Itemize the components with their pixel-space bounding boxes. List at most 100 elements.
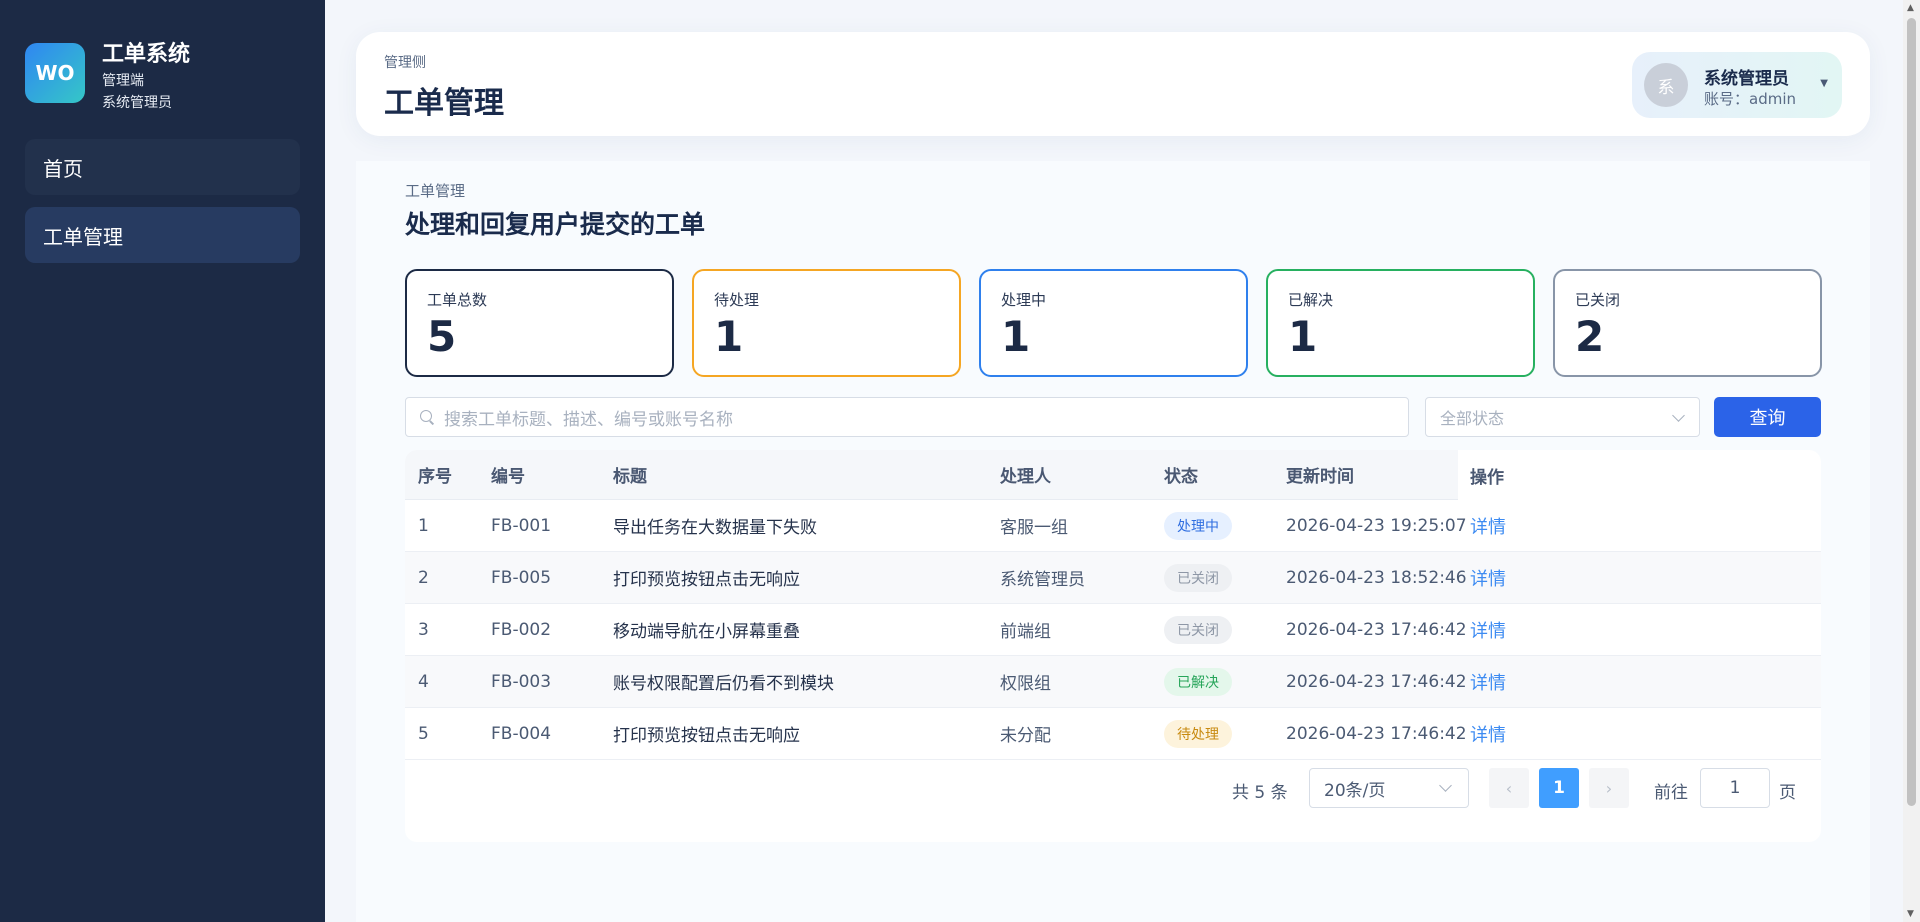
cell-code: FB-005 [491, 567, 552, 588]
status-select[interactable]: 全部状态 [1425, 397, 1700, 437]
status-badge: 已解决 [1164, 667, 1232, 696]
brand-role: 系统管理员 [102, 95, 172, 111]
caret-down-icon: ▼ [1820, 78, 1828, 89]
pagination: 共 5 条 20条/页 ‹ 1 › 前往 1 页 [405, 768, 1821, 810]
user-menu[interactable]: 系 系统管理员 账号：admin ▼ [1632, 52, 1842, 118]
detail-link[interactable]: 详情 [1470, 669, 1506, 695]
table-row: 3 FB-002 移动端导航在小屏幕重叠 前端组 已关闭 2026-04-23 … [405, 604, 1821, 656]
column-header-action: 操作 [1458, 450, 1821, 500]
header: 管理侧 工单管理 系 系统管理员 账号：admin ▼ [356, 32, 1870, 136]
cell-updated: 2026-04-23 19:25:07 [1286, 515, 1467, 536]
cell-code: FB-002 [491, 619, 552, 640]
sidebar-nav: 首页 工单管理 [25, 139, 300, 263]
stat-label: 待处理 [714, 291, 760, 309]
detail-link[interactable]: 详情 [1470, 721, 1506, 747]
cell-index: 3 [418, 619, 429, 640]
sidebar-item-tickets[interactable]: 工单管理 [25, 207, 300, 263]
page-suffix: 页 [1779, 783, 1796, 803]
cell-updated: 2026-04-23 18:52:46 [1286, 567, 1467, 588]
brand-title: 工单系统 [102, 42, 191, 67]
table-row: 5 FB-004 打印预览按钮点击无响应 未分配 待处理 2026-04-23 … [405, 708, 1821, 760]
section-subtitle: 工单管理 [405, 182, 466, 200]
table-row: 4 FB-003 账号权限配置后仍看不到模块 权限组 已解决 2026-04-2… [405, 656, 1821, 708]
scroll-up-icon[interactable]: ▲ [1907, 3, 1914, 13]
stat-label: 已解决 [1288, 291, 1334, 309]
user-account: 账号：admin [1704, 90, 1796, 108]
table-header: 序号 编号 标题 处理人 状态 更新时间 操作 [405, 450, 1821, 500]
detail-link[interactable]: 详情 [1470, 617, 1506, 643]
page-size-value: 20条/页 [1324, 780, 1386, 801]
cell-assignee: 权限组 [1000, 674, 1051, 694]
goto-label: 前往 [1654, 783, 1688, 803]
section-title: 处理和回复用户提交的工单 [405, 210, 706, 239]
column-header-index: 序号 [418, 467, 452, 487]
status-badge: 处理中 [1164, 511, 1232, 540]
cell-updated: 2026-04-23 17:46:42 [1286, 619, 1467, 640]
cell-updated: 2026-04-23 17:46:42 [1286, 671, 1467, 692]
status-badge: 已关闭 [1164, 615, 1232, 644]
chevron-down-icon [1439, 779, 1452, 792]
cell-assignee: 客服一组 [1000, 518, 1068, 538]
avatar: 系 [1644, 63, 1688, 107]
prev-page-button[interactable]: ‹ [1489, 768, 1529, 808]
column-header-code: 编号 [491, 467, 525, 487]
cell-assignee: 系统管理员 [1000, 570, 1085, 590]
scroll-down-icon[interactable]: ▼ [1907, 909, 1914, 919]
cell-title: 打印预览按钮点击无响应 [613, 570, 800, 590]
sidebar-item-home[interactable]: 首页 [25, 139, 300, 195]
stat-label: 已关闭 [1575, 291, 1621, 309]
cell-title: 移动端导航在小屏幕重叠 [613, 622, 800, 642]
cell-index: 2 [418, 567, 429, 588]
stat-card-processing: 处理中 1 [979, 269, 1248, 377]
pagination-total: 共 5 条 [1232, 783, 1288, 803]
cell-code: FB-004 [491, 723, 552, 744]
brand-logo: WO [25, 43, 85, 103]
stats-row: 工单总数 5 待处理 1 处理中 1 已解决 1 已关闭 2 [405, 269, 1822, 377]
column-header-updated: 更新时间 [1286, 467, 1354, 487]
cell-index: 5 [418, 723, 429, 744]
brand: WO 工单系统 管理端 系统管理员 [25, 42, 300, 114]
column-header-title: 标题 [613, 467, 647, 487]
table-row: 1 FB-001 导出任务在大数据量下失败 客服一组 处理中 2026-04-2… [405, 500, 1821, 552]
cell-index: 1 [418, 515, 429, 536]
scroll-thumb[interactable] [1907, 18, 1916, 806]
stat-value: 5 [427, 312, 457, 361]
table-row: 2 FB-005 打印预览按钮点击无响应 系统管理员 已关闭 2026-04-2… [405, 552, 1821, 604]
chevron-down-icon [1672, 409, 1685, 422]
page-size-select[interactable]: 20条/页 [1309, 768, 1469, 808]
cell-updated: 2026-04-23 17:46:42 [1286, 723, 1467, 744]
goto-page-input[interactable]: 1 [1700, 768, 1770, 808]
column-header-assignee: 处理人 [1000, 467, 1051, 487]
cell-code: FB-003 [491, 671, 552, 692]
cell-title: 导出任务在大数据量下失败 [613, 518, 817, 538]
cell-index: 4 [418, 671, 429, 692]
vertical-scrollbar[interactable]: ▲ ▼ [1903, 0, 1920, 922]
stat-label: 工单总数 [427, 291, 488, 309]
stat-card-resolved: 已解决 1 [1266, 269, 1535, 377]
status-select-placeholder: 全部状态 [1440, 409, 1505, 428]
detail-link[interactable]: 详情 [1470, 513, 1506, 539]
query-button[interactable]: 查询 [1714, 397, 1821, 437]
stat-value: 1 [714, 312, 744, 361]
tickets-table: 序号 编号 标题 处理人 状态 更新时间 操作 1 FB-001 导出任务在大数… [405, 450, 1821, 842]
header-subtitle: 管理侧 [384, 55, 426, 71]
stat-card-total: 工单总数 5 [405, 269, 674, 377]
user-name: 系统管理员 [1704, 69, 1789, 89]
sidebar: WO 工单系统 管理端 系统管理员 首页 工单管理 [0, 0, 325, 922]
cell-title: 打印预览按钮点击无响应 [613, 726, 800, 746]
status-badge: 已关闭 [1164, 563, 1232, 592]
search-placeholder: 搜索工单标题、描述、编号或账号名称 [444, 409, 733, 430]
detail-link[interactable]: 详情 [1470, 565, 1506, 591]
column-header-status: 状态 [1164, 467, 1198, 487]
stat-card-pending: 待处理 1 [692, 269, 961, 377]
brand-subtitle: 管理端 [102, 73, 144, 89]
search-input[interactable]: 搜索工单标题、描述、编号或账号名称 [405, 397, 1409, 437]
page-number-current[interactable]: 1 [1539, 768, 1579, 808]
next-page-button[interactable]: › [1589, 768, 1629, 808]
stat-label: 处理中 [1001, 291, 1047, 309]
status-badge: 待处理 [1164, 719, 1232, 748]
stat-value: 2 [1575, 312, 1605, 361]
cell-title: 账号权限配置后仍看不到模块 [613, 674, 834, 694]
search-icon [420, 410, 434, 424]
cell-assignee: 未分配 [1000, 726, 1051, 746]
